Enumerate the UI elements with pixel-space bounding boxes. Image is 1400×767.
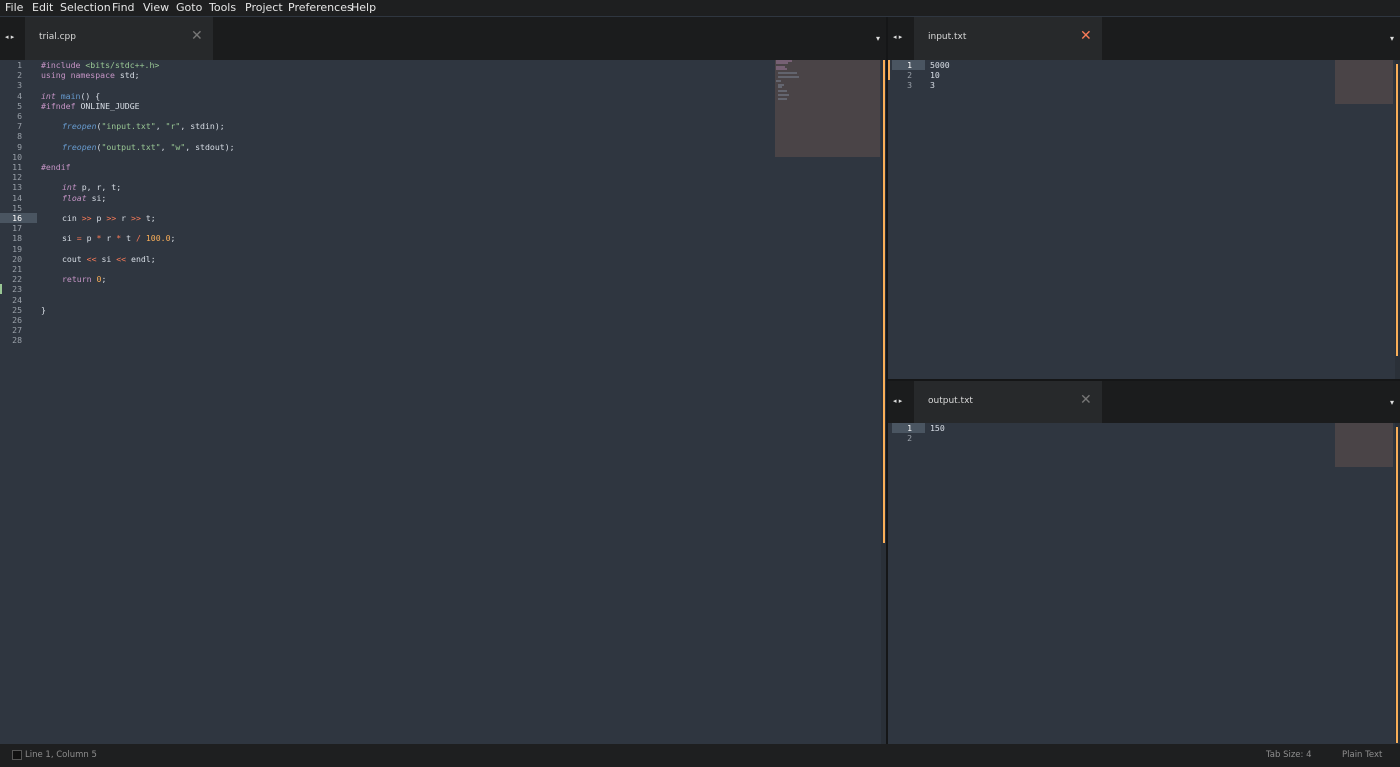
line-number: 5	[17, 100, 22, 111]
line-number: 13	[12, 182, 22, 193]
tab-input-txt[interactable]: input.txt ✕	[914, 17, 1102, 60]
line-number: 1	[17, 60, 22, 70]
syntax-indicator[interactable]: Plain Text	[1342, 750, 1382, 760]
line-number: 16	[12, 213, 22, 223]
menu-preferences[interactable]: Preferences	[288, 1, 353, 14]
editor-output-txt[interactable]: 12 150	[888, 423, 1395, 744]
line-number: 1	[907, 423, 912, 433]
tab-nav-arrows-icon[interactable]: ◂ ▸	[893, 33, 902, 41]
minimap[interactable]	[775, 60, 880, 157]
line-number: 7	[17, 121, 22, 132]
line-number: 10	[12, 151, 22, 162]
menu-view[interactable]: View	[143, 1, 169, 14]
close-icon[interactable]: ✕	[1080, 393, 1092, 407]
tab-nav-arrows-icon[interactable]: ◂ ▸	[893, 397, 902, 405]
tab-label: input.txt	[928, 32, 967, 42]
text-line-3: 3	[930, 80, 935, 91]
modified-line-marker	[0, 284, 2, 294]
code-line-9: freopen("output.txt", "w", stdout);	[62, 141, 235, 152]
line-number: 27	[12, 325, 22, 336]
text-line-1: 5000	[930, 60, 950, 70]
code-line-4: int main() {	[41, 90, 101, 101]
tab-dropdown-icon[interactable]: ▾	[876, 34, 880, 43]
line-number: 20	[12, 253, 22, 264]
text-line-2: 10	[930, 70, 940, 81]
text-line-1: 150	[930, 423, 945, 433]
menu-goto[interactable]: Goto	[176, 1, 202, 14]
line-number: 11	[12, 162, 22, 172]
menu-find[interactable]: Find	[112, 1, 135, 14]
line-number: 2	[907, 433, 912, 444]
minimap-code-preview	[776, 60, 799, 100]
left-tab-bar: ◂ ▸ trial.cpp ✕ ▾	[0, 17, 886, 60]
line-number: 23	[12, 284, 22, 295]
line-number: 22	[12, 274, 22, 285]
tab-label: trial.cpp	[39, 32, 76, 42]
line-number: 25	[12, 304, 22, 315]
code-line-25: }	[41, 304, 46, 315]
line-number: 2	[907, 70, 912, 81]
cursor-position: Line 1, Column 5	[25, 750, 97, 760]
close-icon[interactable]: ✕	[191, 29, 203, 43]
line-number: 21	[12, 264, 22, 274]
right-bottom-scrollbar-track[interactable]	[1395, 423, 1400, 744]
code-line-5: #ifndef ONLINE_JUDGE	[41, 100, 140, 111]
line-number: 3	[17, 80, 22, 91]
code-line-14: float si;	[62, 192, 107, 203]
menu-file[interactable]: File	[5, 1, 23, 14]
line-number: 2	[17, 70, 22, 81]
line-number: 12	[12, 172, 22, 183]
line-number: 19	[12, 243, 22, 254]
editor-trial-cpp[interactable]: 1 2 3 4 5 6 7 8 9 10 11 12 13 14 15 16 17 18 19 20 21 22 23 24 2…	[0, 60, 880, 744]
menu-tools[interactable]: Tools	[209, 1, 236, 14]
line-number: 17	[12, 223, 22, 234]
line-number: 26	[12, 315, 22, 325]
right-bottom-tab-bar: ◂ ▸ output.txt ✕ ▾	[888, 381, 1400, 423]
tab-output-txt[interactable]: output.txt ✕	[914, 381, 1102, 423]
line-number: 14	[12, 192, 22, 203]
line-number: 24	[12, 294, 22, 305]
menu-edit[interactable]: Edit	[32, 1, 53, 14]
menu-bar: File Edit Selection Find View Goto Tools…	[0, 0, 1400, 16]
code-line-1: #include <bits/stdc++.h>	[41, 60, 160, 70]
right-top-tab-bar: ◂ ▸ input.txt ✕ ▾	[888, 17, 1400, 60]
menu-selection[interactable]: Selection	[60, 1, 111, 14]
right-top-scroll-indicator[interactable]	[1396, 64, 1398, 356]
status-bar: Line 1, Column 5 Tab Size: 4 Plain Text	[0, 744, 1400, 767]
close-icon[interactable]: ✕	[1080, 29, 1092, 43]
line-number: 8	[17, 131, 22, 142]
editor-input-txt[interactable]: 123 5000 10 3	[888, 60, 1395, 380]
tab-nav-arrows-icon[interactable]: ◂ ▸	[5, 33, 14, 41]
line-number: 6	[17, 111, 22, 121]
right-bottom-scroll-indicator[interactable]	[1396, 427, 1398, 743]
line-number: 15	[12, 202, 22, 213]
menu-help[interactable]: Help	[351, 1, 376, 14]
right-top-scrollbar-track[interactable]	[1395, 60, 1400, 380]
minimap[interactable]	[1335, 60, 1393, 104]
tab-dropdown-icon[interactable]: ▾	[1390, 34, 1394, 43]
line-number: 4	[17, 90, 22, 101]
code-line-16: cin >> p >> r >> t;	[62, 213, 156, 223]
code-line-7: freopen("input.txt", "r", stdin);	[62, 121, 225, 132]
line-number: 18	[12, 233, 22, 244]
tab-dropdown-icon[interactable]: ▾	[1390, 398, 1394, 407]
menu-project[interactable]: Project	[245, 1, 283, 14]
code-line-20: cout << si << endl;	[62, 253, 156, 264]
code-line-11: #endif	[41, 162, 71, 172]
line-number: 3	[907, 80, 912, 91]
code-line-13: int p, r, t;	[62, 182, 122, 193]
panel-toggle-icon[interactable]	[12, 750, 22, 760]
tab-trial-cpp[interactable]: trial.cpp ✕	[25, 17, 213, 60]
minimap[interactable]	[1335, 423, 1393, 467]
line-number: 9	[17, 141, 22, 152]
code-line-18: si = p * r * t / 100.0;	[62, 233, 176, 244]
code-line-2: using namespace std;	[41, 70, 140, 81]
left-scroll-indicator[interactable]	[883, 60, 885, 543]
line-number: 1	[907, 60, 912, 70]
line-number: 28	[12, 335, 22, 346]
tab-label: output.txt	[928, 396, 973, 406]
code-line-22: return 0;	[62, 274, 107, 285]
tab-size-indicator[interactable]: Tab Size: 4	[1266, 750, 1312, 760]
